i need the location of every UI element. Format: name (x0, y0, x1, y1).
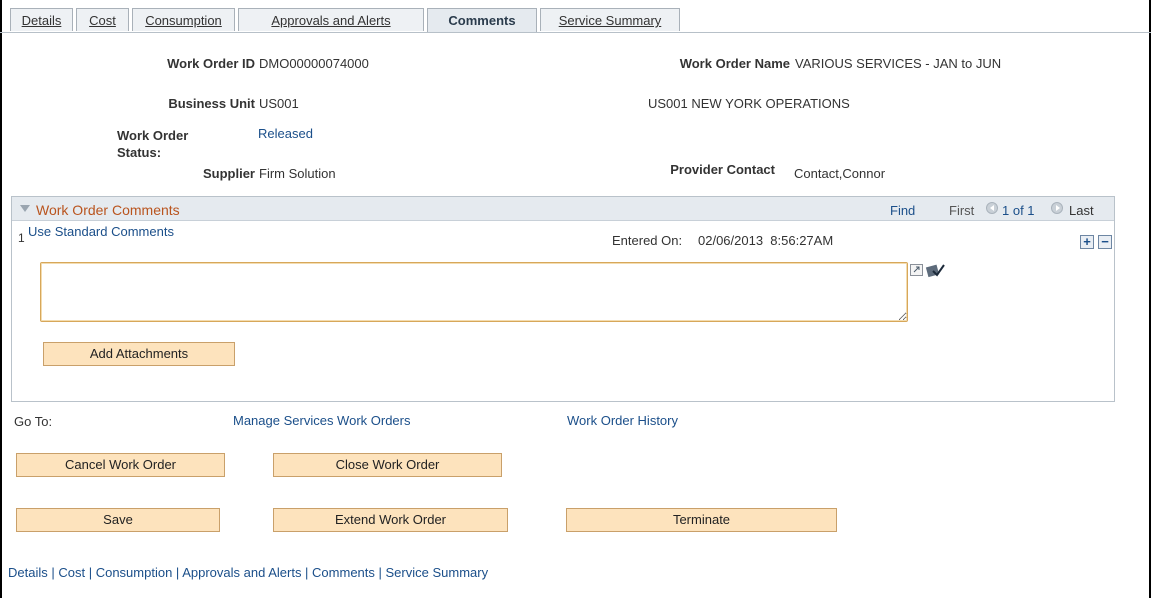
expand-text-icon[interactable] (910, 264, 923, 276)
save-button[interactable]: Save (16, 508, 220, 532)
extend-work-order-button[interactable]: Extend Work Order (273, 508, 508, 532)
tab-comments[interactable]: Comments (427, 8, 537, 33)
footer-link-service-summary[interactable]: Service Summary (386, 565, 489, 580)
supplier-value: Firm Solution (259, 166, 336, 181)
last-label: Last (1069, 203, 1094, 218)
work-order-name-value: VARIOUS SERVICES - JAN to JUN (795, 56, 1002, 71)
manage-services-work-orders-link[interactable]: Manage Services Work Orders (233, 413, 411, 428)
footer-link-consumption[interactable]: Consumption (96, 565, 173, 580)
work-order-name-label: Work Order Name (679, 56, 790, 71)
tab-approvals-and-alerts[interactable]: Approvals and Alerts (238, 8, 424, 31)
tab-consumption[interactable]: Consumption (132, 8, 235, 31)
grid-header: Work Order Comments Find First 1 of 1 La… (12, 197, 1114, 221)
footer-link-cost[interactable]: Cost (58, 565, 85, 580)
first-label: First (949, 203, 975, 218)
add-row-button[interactable]: + (1080, 235, 1094, 249)
work-order-id-value: DMO00000074000 (259, 56, 369, 71)
terminate-button[interactable]: Terminate (566, 508, 837, 532)
provider-contact-label: Provider Contact (670, 162, 775, 177)
delete-row-button[interactable]: − (1098, 235, 1112, 249)
tab-service-summary[interactable]: Service Summary (540, 8, 680, 31)
supplier-label: Supplier (202, 166, 255, 181)
work-order-status-link[interactable]: Released (258, 126, 313, 141)
business-unit-label: Business Unit (168, 96, 255, 111)
tab-divider (0, 32, 1151, 33)
add-attachments-button[interactable]: Add Attachments (43, 342, 235, 366)
business-unit-value: US001 (259, 96, 299, 111)
grid-title: Work Order Comments (36, 202, 180, 218)
work-order-status-label-line1: Work Order (117, 128, 189, 143)
footer-link-approvals-and-alerts[interactable]: Approvals and Alerts (182, 565, 301, 580)
work-order-status-label-line2: Status: (117, 145, 162, 160)
previous-row-icon[interactable] (986, 202, 998, 214)
tab-details[interactable]: Details (10, 8, 73, 31)
entered-on-label: Entered On: (612, 233, 683, 248)
entered-on-value: 02/06/2013 8:56:27AM (698, 233, 834, 248)
footer-link-details[interactable]: Details (8, 565, 48, 580)
business-unit-description: US001 NEW YORK OPERATIONS (648, 96, 850, 111)
find-link[interactable]: Find (890, 203, 915, 218)
use-standard-comments-link[interactable]: Use Standard Comments (28, 224, 174, 239)
footer-links: Details | Cost | Consumption | Approvals… (8, 565, 489, 580)
row-count: 1 of 1 (1002, 203, 1035, 218)
goto-label: Go To: (14, 414, 53, 429)
collapse-triangle-icon[interactable] (20, 205, 30, 212)
tab-cost[interactable]: Cost (76, 8, 129, 31)
work-order-history-link[interactable]: Work Order History (567, 413, 678, 428)
spell-check-icon[interactable] (925, 262, 945, 278)
cancel-work-order-button[interactable]: Cancel Work Order (16, 453, 225, 477)
comment-textarea[interactable] (40, 262, 908, 322)
next-row-icon[interactable] (1051, 202, 1063, 214)
row-number: 1 (18, 231, 25, 245)
close-work-order-button[interactable]: Close Work Order (273, 453, 502, 477)
provider-contact-value: Contact,Connor (794, 166, 886, 181)
footer-link-comments[interactable]: Comments (312, 565, 375, 580)
work-order-id-label: Work Order ID (167, 56, 255, 71)
